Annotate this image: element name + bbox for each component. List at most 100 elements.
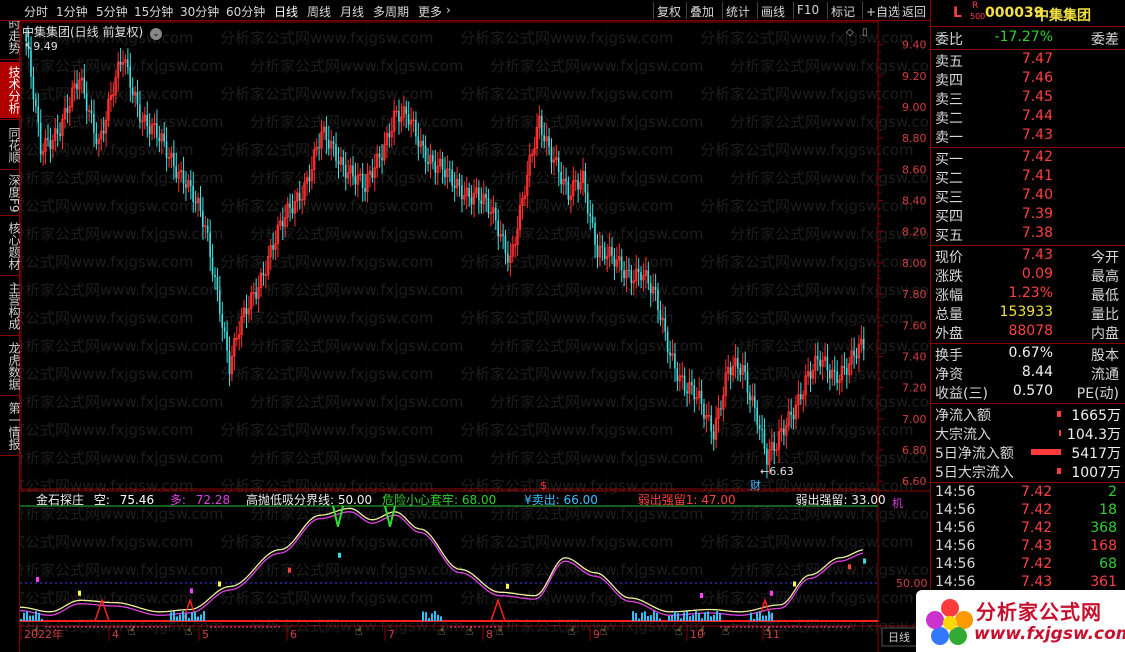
y-axis-label: 8.60 (902, 163, 927, 176)
candle-body (828, 370, 831, 379)
candle-body (712, 431, 715, 440)
left-tab-7[interactable]: 第一情报 (0, 398, 21, 454)
signal-flag (218, 581, 221, 587)
more-arrow-icon[interactable]: › (446, 3, 451, 17)
indicator-name[interactable]: 金石探庄 (36, 493, 84, 507)
period-2[interactable]: 5分钟 (96, 3, 128, 20)
volume-bar (641, 612, 643, 621)
indicator-legend: 金石探庄 空: 75.46 多: 72.28 高抛低吸分界线: 50.00 危险… (36, 491, 892, 508)
volume-bar (680, 618, 682, 621)
volume-bar (179, 614, 181, 621)
period-4[interactable]: 30分钟 (180, 3, 219, 20)
logo-url: www.fxjgsw.com (974, 624, 1125, 644)
volume-bar (200, 614, 202, 621)
period-6[interactable]: 日线 (274, 3, 298, 20)
toolbar-button-4[interactable]: F10 (797, 3, 819, 17)
hand-pointer-icon: ☝ (675, 624, 682, 638)
period-3[interactable]: 15分钟 (134, 3, 173, 20)
candle-body (637, 268, 640, 273)
kline-chart[interactable]: 分析家公式网www.fxjgsw.com 分析家公式网www.fxjgsw.com… (0, 21, 944, 652)
candle-body (853, 350, 855, 356)
toolbar-button-6[interactable]: +自选 (866, 3, 900, 20)
period-9[interactable]: 多周期 (373, 3, 409, 20)
candle-body (185, 183, 187, 188)
candle-body (591, 216, 594, 223)
y-axis-label: 7.00 (902, 413, 927, 426)
period-toolbar: 分时 1分钟 5分钟 15分钟 30分钟 60分钟 日线 周线 月线 多周期 更多 › 复权 叠加 统计 画线… (0, 0, 930, 21)
candle-body (507, 253, 509, 263)
duo-label: 多: (169, 493, 186, 507)
period-10[interactable]: 更多 (418, 3, 442, 20)
period-8[interactable]: 月线 (340, 3, 364, 20)
candle-body (163, 133, 165, 142)
candle-body (761, 428, 763, 431)
candle-body (245, 307, 248, 315)
hand-pointer-icon: ☝ (466, 624, 473, 638)
candle-body (83, 77, 86, 94)
watermark-text: 分析家公式网www.fxjgsw.com (490, 169, 704, 187)
stat-row-value: 88078 (1008, 323, 1053, 339)
period-5[interactable]: 60分钟 (226, 3, 265, 20)
bid-price: 7.39 (1021, 206, 1053, 222)
left-tab-5[interactable]: 主营构成 (0, 278, 21, 334)
candle-body (129, 66, 132, 88)
volume-bar (437, 614, 439, 621)
chart-menu-icon[interactable]: ⌄ (150, 28, 163, 40)
volume-bar (653, 611, 655, 621)
toolbar-button-1[interactable]: 叠加 (690, 3, 714, 20)
candle-body (30, 50, 32, 77)
header-l: L (953, 5, 962, 21)
candle-body (211, 257, 214, 275)
candle-body (669, 352, 671, 356)
left-tab-3[interactable]: 深度F9 (0, 172, 21, 214)
y-axis-label: 8.00 (902, 257, 927, 270)
period-1[interactable]: 1分钟 (56, 3, 88, 20)
candle-body (218, 289, 221, 315)
watermark-text: 分析家公式网www.fxjgsw.com (220, 533, 434, 551)
candle-body (199, 198, 202, 211)
toolbar-button-7[interactable]: 返回 (902, 3, 926, 20)
candle-body (628, 269, 630, 271)
volume-bar (647, 615, 649, 621)
candle-body (603, 247, 606, 260)
candle-body (453, 185, 456, 188)
signal-flag (700, 593, 703, 598)
volume-bar (695, 611, 697, 621)
toolbar-button-0[interactable]: 复权 (657, 3, 681, 20)
period-7[interactable]: 周线 (307, 3, 331, 20)
toolbar-button-5[interactable]: 标记 (831, 3, 855, 20)
candle-body (56, 128, 59, 134)
flow-bar (1056, 468, 1061, 474)
bid-row: 买一 7.42 (935, 149, 1123, 168)
watermark-text: 分析家公式网www.fxjgsw.com (700, 253, 914, 271)
tick-row: 14:56 7.42 68 (935, 556, 1123, 575)
volume-bar (182, 611, 184, 621)
volume-bar (428, 618, 430, 621)
bid-row: 买三 7.40 (935, 187, 1123, 206)
left-tab-1[interactable]: 技术分析 (0, 62, 21, 118)
left-tab-2[interactable]: 同花顺 (0, 122, 21, 168)
toolbar-button-3[interactable]: 画线 (761, 3, 785, 20)
flow-label: 5日大宗流入 (935, 465, 1014, 481)
pin-icon: ▯ (862, 27, 868, 38)
stat-row-label2: 量比 (1091, 307, 1119, 323)
left-tab-6[interactable]: 龙虎数据 (0, 338, 21, 394)
volume-bar (635, 612, 637, 621)
chart-area[interactable]: 分析家公式网www.fxjgsw.com 分析家公式网www.fxjgsw.com… (0, 21, 944, 652)
candle-body (676, 368, 679, 382)
watermark-text: 分析家公式网www.fxjgsw.com (700, 421, 914, 439)
y-axis-label: 7.20 (902, 382, 927, 395)
candle-body (845, 368, 848, 375)
watermark-text: 分析家公式网www.fxjgsw.com (460, 141, 674, 159)
toolbar-separator (722, 2, 723, 19)
toolbar-button-2[interactable]: 统计 (726, 3, 750, 20)
x-axis-label: 2022年 (24, 627, 63, 641)
tick-row: 14:56 7.42 2 (935, 484, 1123, 503)
period-0[interactable]: 分时 (24, 3, 48, 20)
watermark-text: 分析家公式网www.fxjgsw.com (220, 197, 434, 215)
left-tab-4[interactable]: 核心题材 (0, 218, 21, 274)
flow-label: 大宗流入 (935, 427, 991, 443)
tab-divider (0, 395, 20, 396)
candle-body (746, 372, 749, 393)
candle-body (444, 169, 446, 178)
